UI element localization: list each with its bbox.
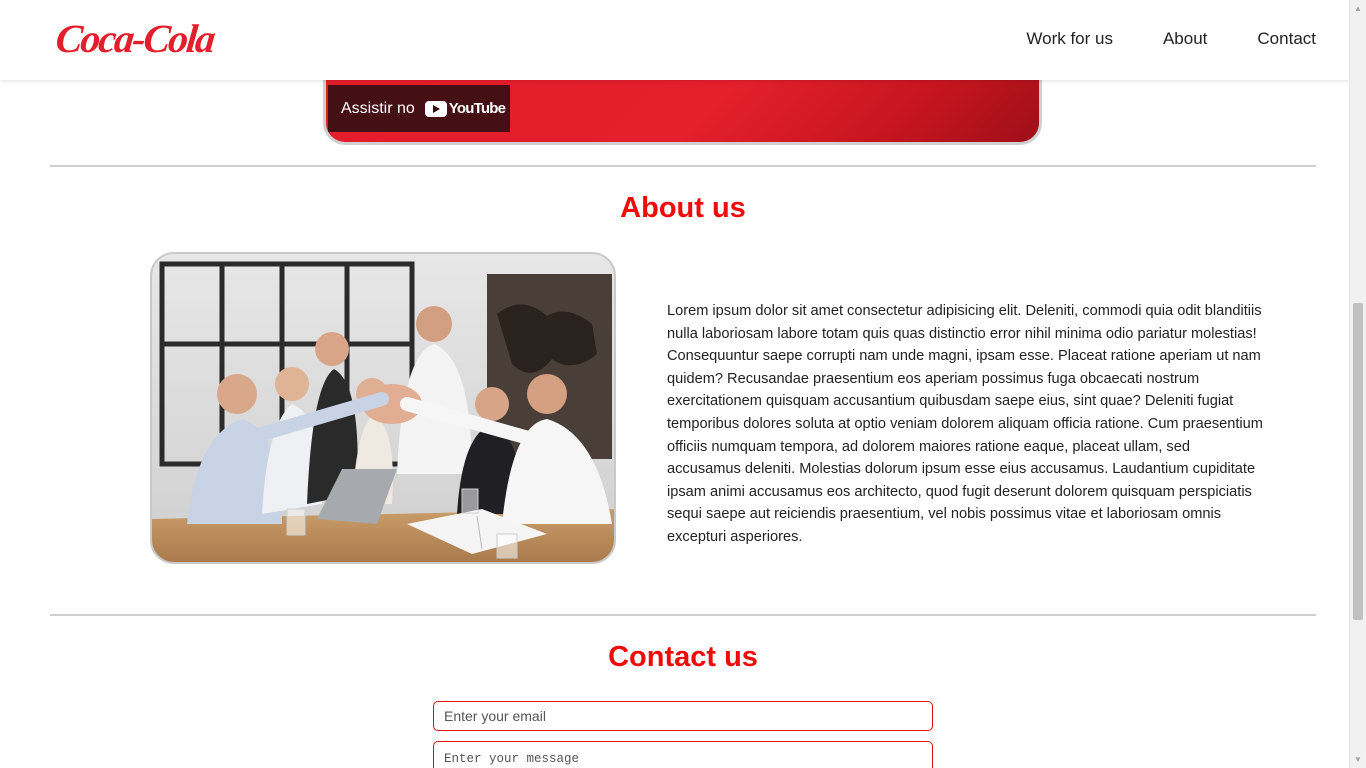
email-field[interactable] xyxy=(433,701,933,731)
main-nav: Work for us About Contact xyxy=(1026,29,1316,49)
scroll-thumb[interactable] xyxy=(1353,303,1363,620)
team-photo xyxy=(150,252,616,564)
coca-cola-logo[interactable]: Coca-Cola xyxy=(53,14,216,64)
about-paragraph: Lorem ipsum dolor sit amet consectetur a… xyxy=(667,303,1263,545)
youtube-wordmark: YouTube xyxy=(448,100,506,117)
scroll-up-arrow-icon[interactable]: ▲ xyxy=(1350,0,1366,17)
contact-title: Contact us xyxy=(608,641,758,673)
watch-on-label: Assistir no xyxy=(341,99,415,117)
nav-link-contact[interactable]: Contact xyxy=(1257,29,1316,49)
about-title: About us xyxy=(620,192,746,224)
site-header: Coca-Cola Work for us About Contact xyxy=(0,0,1349,80)
section-divider xyxy=(50,614,1316,616)
scroll-down-arrow-icon[interactable]: ▼ xyxy=(1350,751,1366,768)
team-high-five-image xyxy=(152,254,614,562)
page: Coca-Cola Work for us About Contact Assi… xyxy=(0,0,1366,768)
youtube-logo: YouTube xyxy=(424,100,506,117)
youtube-play-icon xyxy=(424,100,447,117)
message-field[interactable] xyxy=(433,741,933,768)
nav-link-work-for-us[interactable]: Work for us xyxy=(1026,29,1113,49)
nav-link-about[interactable]: About xyxy=(1163,29,1207,49)
section-divider xyxy=(50,165,1316,167)
watch-on-youtube-button[interactable]: Assistir no YouTube xyxy=(328,85,510,132)
page-scrollbar[interactable]: ▲ ▼ xyxy=(1349,0,1366,768)
